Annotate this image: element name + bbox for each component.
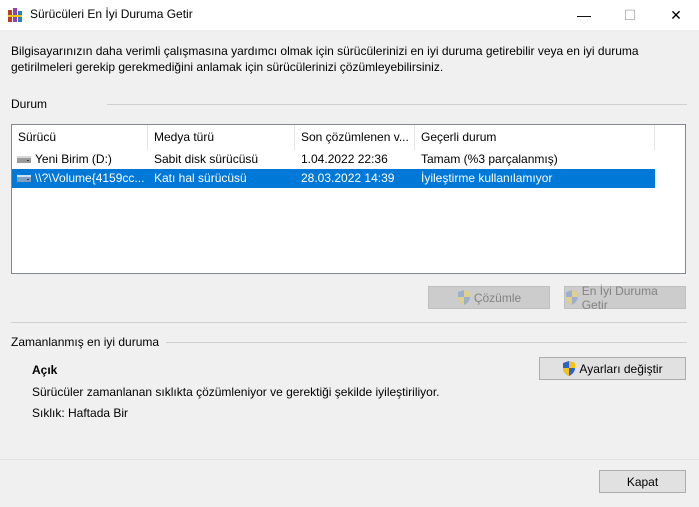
schedule-separator <box>166 342 687 343</box>
analyze-button[interactable]: Çözümle <box>428 286 550 309</box>
close-window-button[interactable]: ✕ <box>653 0 699 30</box>
schedule-frequency: Sıklık: Haftada Bir <box>32 406 129 420</box>
defrag-app-icon <box>8 8 22 22</box>
drive-name: Yeni Birim (D:) <box>35 152 112 166</box>
drive-media-type: Katı hal sürücüsü <box>154 171 247 185</box>
drive-last-run: 1.04.2022 22:36 <box>301 152 388 166</box>
drive-row[interactable]: \\?\Volume{4159cc... Katı hal sürücüsü 2… <box>12 169 655 188</box>
change-settings-label: Ayarları değiştir <box>579 361 663 376</box>
column-header-current-status[interactable]: Geçerli durum <box>415 125 655 150</box>
maximize-button[interactable]: ☐ <box>607 0 653 30</box>
close-button[interactable]: Kapat <box>599 470 686 493</box>
status-separator <box>107 104 687 105</box>
drive-list-header: Sürücü Medya türü Son çözümlenen v... Ge… <box>12 125 685 150</box>
maximize-icon: ☐ <box>623 6 637 23</box>
uac-shield-icon <box>457 290 470 305</box>
drive-media-type: Sabit disk sürücüsü <box>154 152 259 166</box>
title-bar: Sürücüleri En İyi Duruma Getir — ☐ ✕ <box>0 0 699 30</box>
schedule-info: Sürücüler zamanlanan sıklıkta çözümleniy… <box>32 385 440 399</box>
analyze-button-label: Çözümle <box>473 290 522 305</box>
column-header-media-type[interactable]: Medya türü <box>148 125 295 150</box>
column-header-last-run[interactable]: Son çözümlenen v... <box>295 125 415 150</box>
solid-state-drive-icon <box>17 175 31 182</box>
window-title: Sürücüleri En İyi Duruma Getir <box>30 7 193 21</box>
close-icon: ✕ <box>670 6 682 23</box>
change-settings-button[interactable]: Ayarları değiştir <box>539 357 686 380</box>
column-header-drive[interactable]: Sürücü <box>12 125 148 150</box>
description-text: Bilgisayarınızın daha verimli çalışmasın… <box>11 44 639 74</box>
uac-shield-icon <box>565 290 578 305</box>
optimize-button[interactable]: En İyi Duruma Getir <box>564 283 686 312</box>
minimize-icon: — <box>577 7 591 23</box>
schedule-section-title: Zamanlanmış en iyi duruma <box>11 335 160 349</box>
optimize-button-label: En İyi Duruma Getir <box>581 283 658 312</box>
bottom-separator <box>0 459 699 460</box>
uac-shield-icon <box>563 361 576 376</box>
drive-name: \\?\Volume{4159cc... <box>35 171 145 185</box>
drive-list[interactable]: Sürücü Medya türü Son çözümlenen v... Ge… <box>11 124 686 274</box>
schedule-state: Açık <box>32 363 58 377</box>
drive-current-status: Tamam (%3 parçalanmış) <box>421 152 558 166</box>
status-section-title: Durum <box>11 97 48 111</box>
minimize-button[interactable]: — <box>561 0 607 30</box>
drive-current-status: İyileştirme kullanılamıyor <box>421 171 553 185</box>
section-divider <box>11 322 687 323</box>
close-button-label: Kapat <box>626 474 659 489</box>
drive-row[interactable]: Yeni Birim (D:) Sabit disk sürücüsü 1.04… <box>12 150 655 169</box>
drive-last-run: 28.03.2022 14:39 <box>301 171 395 185</box>
hard-drive-icon <box>17 156 31 163</box>
